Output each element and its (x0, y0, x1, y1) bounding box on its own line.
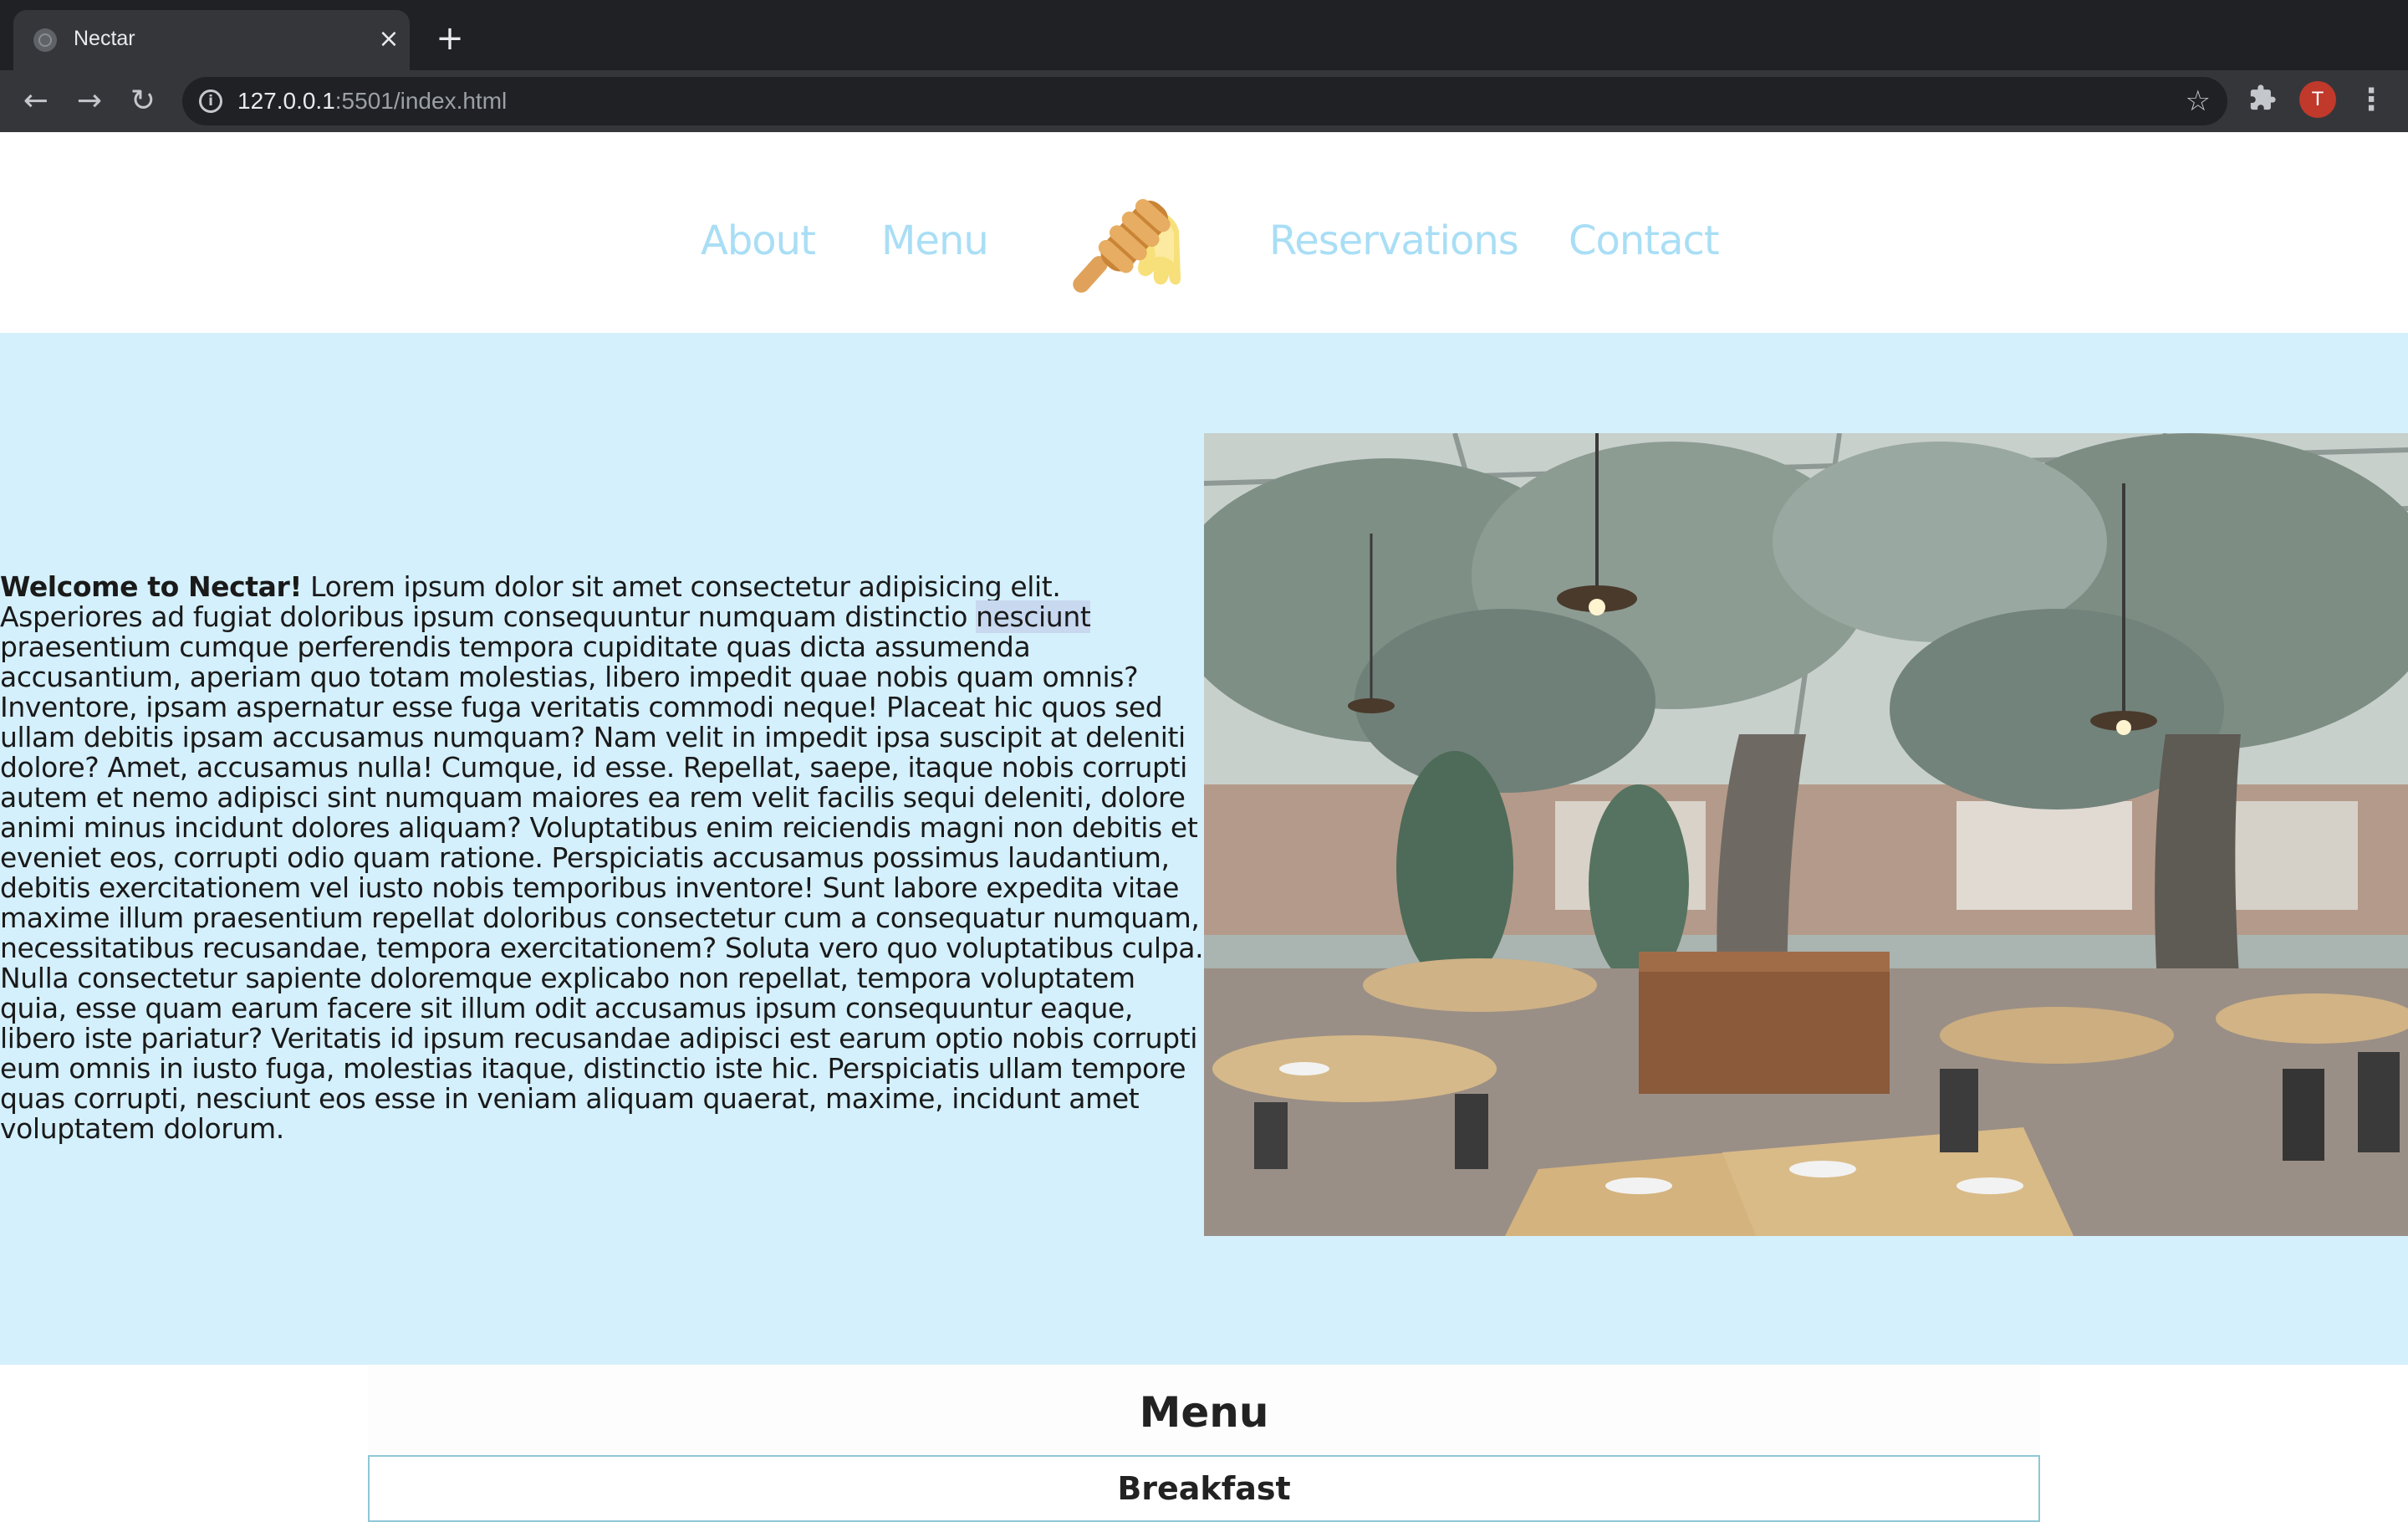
star-icon[interactable]: ☆ (2186, 84, 2211, 119)
welcome-body-end: praesentium cumque perferendis tempora c… (0, 631, 1204, 1145)
kebab-menu-icon[interactable]: ⋮ (2356, 84, 2386, 117)
nav-link-about[interactable]: About (701, 217, 816, 264)
reload-icon[interactable]: ↻ (124, 82, 162, 120)
nav-link-menu[interactable]: Menu (881, 217, 989, 264)
tab-title: Nectar (74, 27, 135, 50)
menu-section: Menu Breakfast (368, 1365, 2040, 1522)
honey-dipper-icon (1073, 198, 1181, 293)
browser-toolbar: ← → ↻ i 127.0.0.1:5501/index.html ☆ (0, 70, 2408, 132)
plus-icon[interactable]: + (433, 22, 467, 55)
nav-link-contact[interactable]: Contact (1569, 217, 1720, 264)
nav-link-reservations[interactable]: Reservations (1269, 217, 1519, 264)
menu-heading: Menu (1139, 1388, 1269, 1437)
browser-tab[interactable]: Nectar × (13, 10, 410, 70)
site-header: About Menu Reservations Contact (0, 132, 2408, 333)
profile-avatar[interactable]: T (2299, 81, 2336, 118)
selected-word: nesciunt (976, 600, 1091, 633)
browser-tabstrip: Nectar × + (0, 0, 2408, 70)
restaurant-interior-photo (1204, 433, 2408, 1236)
menu-category-card: Breakfast (368, 1455, 2040, 1522)
welcome-heading: Welcome to Nectar! (0, 570, 303, 603)
welcome-paragraph: Welcome to Nectar! Lorem ipsum dolor sit… (0, 572, 1204, 1144)
puzzle-icon-glyph (2250, 84, 2276, 110)
close-icon[interactable]: × (375, 25, 403, 54)
globe-icon (33, 28, 57, 52)
url-path: :5501/index.html (334, 88, 508, 114)
info-icon[interactable]: i (199, 89, 222, 113)
restaurant-illustration (1204, 433, 2408, 1236)
arrow-right-icon[interactable]: → (70, 82, 109, 120)
url-text[interactable]: 127.0.0.1:5501/index.html (237, 88, 507, 115)
puzzle-icon[interactable] (2246, 84, 2279, 117)
url-host: 127.0.0.1 (237, 88, 335, 114)
hero-section: Welcome to Nectar! Lorem ipsum dolor sit… (0, 333, 2408, 1365)
menu-category-title: Breakfast (1117, 1470, 1291, 1507)
address-bar[interactable]: i 127.0.0.1:5501/index.html ☆ (182, 77, 2227, 125)
arrow-left-icon[interactable]: ← (17, 82, 55, 120)
honey-dipper-logo[interactable] (1064, 179, 1189, 296)
